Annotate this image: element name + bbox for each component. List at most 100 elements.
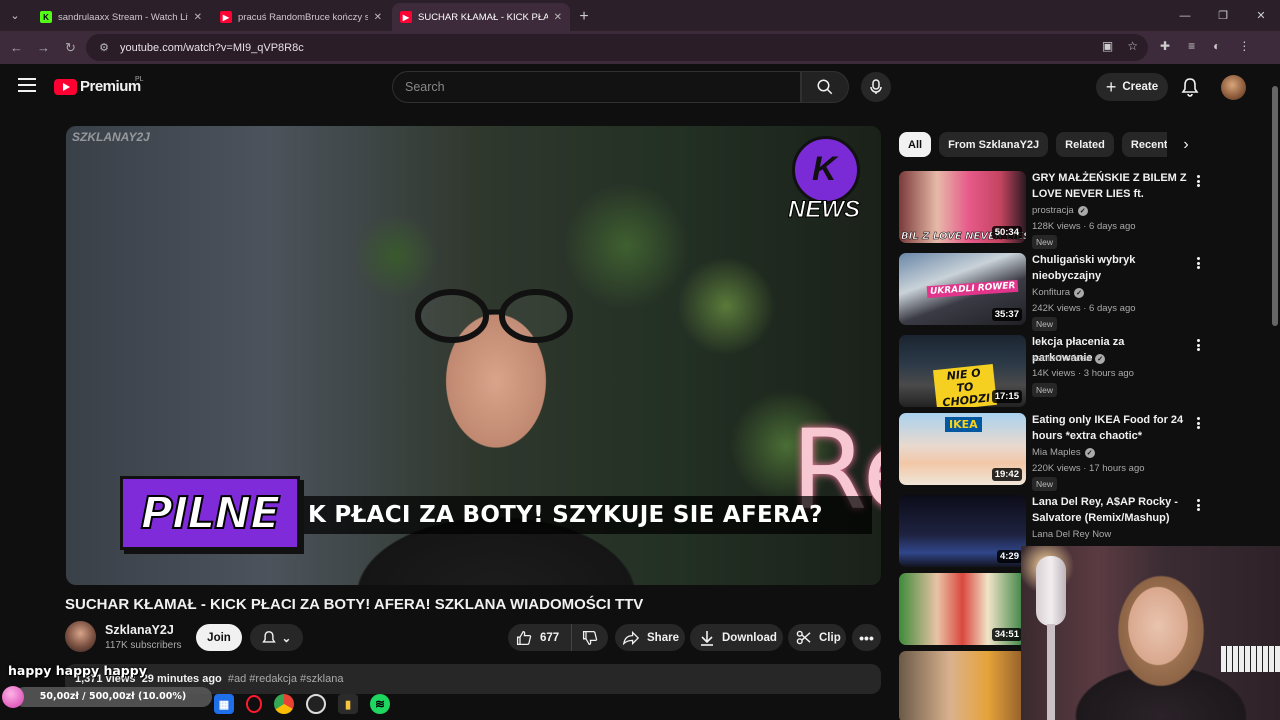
reload-icon[interactable]: ↻	[57, 34, 84, 61]
related-video-item[interactable]: UKRADLI ROWER 35:37 Chuligański wybryk n…	[899, 253, 1209, 331]
menu-hamburger-icon[interactable]	[18, 78, 36, 92]
more-vertical-icon[interactable]	[1194, 497, 1202, 513]
browser-tab-1[interactable]: K sandrulaaxx Stream - Watch Live o ✕	[32, 3, 210, 31]
more-horizontal-icon: •••	[859, 629, 874, 646]
site-info-icon[interactable]: ⚙	[96, 40, 112, 56]
thumbnail-text: UKRADLI ROWER	[926, 279, 1019, 299]
video-player[interactable]: SZKLANAY2J K NEWS Re K PŁACI ZA BOTY! SZ…	[66, 126, 881, 585]
microphone-arm	[1047, 624, 1055, 720]
age-label: 17 hours ago	[1089, 463, 1145, 474]
video-thumbnail[interactable]: 4:29	[899, 495, 1026, 567]
address-bar[interactable]: ⚙ youtube.com/watch?v=MI9_qVP8R8c ▣ ☆	[86, 34, 1148, 61]
obs-icon[interactable]	[306, 694, 326, 714]
bell-icon	[261, 630, 276, 643]
notifications-bell-icon[interactable]	[1181, 77, 1199, 97]
clip-button[interactable]: Clip	[788, 624, 846, 651]
video-thumbnail[interactable]: UKRADLI ROWER 35:37	[899, 253, 1026, 325]
close-icon[interactable]: ✕	[554, 12, 562, 23]
chip-related[interactable]: Related	[1056, 132, 1114, 157]
more-vertical-icon[interactable]	[1194, 415, 1202, 431]
chrome-icon[interactable]	[274, 694, 294, 714]
account-avatar[interactable]	[1221, 75, 1246, 100]
dislike-button[interactable]	[572, 624, 608, 651]
window-close-icon[interactable]: ✕	[1242, 0, 1280, 31]
views-label: 242K views	[1032, 303, 1081, 314]
more-actions-button[interactable]: •••	[852, 624, 881, 651]
create-button[interactable]: + Create	[1096, 73, 1168, 101]
like-count: 677	[540, 631, 560, 644]
url-text: youtube.com/watch?v=MI9_qVP8R8c	[120, 41, 304, 54]
plus-icon: +	[1105, 77, 1117, 97]
related-channel: Mia Maples ✓	[1032, 447, 1095, 458]
related-video-item[interactable]: NIE O TO CHODZI 17:15 lekcja płacenia za…	[899, 335, 1209, 411]
tab-search-chevron-icon[interactable]: ⌄	[0, 0, 30, 31]
video-thumbnail[interactable]: NIE O TO CHODZI 17:15	[899, 335, 1026, 407]
related-video-item[interactable]: IKEA 19:42 Eating only IKEA Food for 24 …	[899, 413, 1209, 491]
channel-avatar[interactable]	[65, 621, 96, 652]
chevron-right-icon[interactable]: ›	[1176, 135, 1196, 155]
media-control-icon[interactable]: ≡	[1188, 39, 1195, 53]
store-icon[interactable]: ▦	[214, 694, 234, 714]
chip-from-channel[interactable]: From SzklanaY2J	[939, 132, 1049, 157]
new-tab-plus-icon[interactable]: +	[570, 3, 598, 31]
channel-watermark: SZKLANAY2J	[72, 130, 150, 144]
subscription-bell-button[interactable]: ⌄	[250, 624, 303, 651]
chip-all[interactable]: All	[899, 132, 932, 157]
voice-search-button[interactable]	[861, 72, 891, 102]
search-button[interactable]	[801, 71, 849, 103]
more-vertical-icon[interactable]	[1194, 255, 1202, 271]
search-input[interactable]: Search	[392, 71, 801, 103]
video-thumbnail[interactable]: BIL Z LOVE NEVER LIES 50:34	[899, 171, 1026, 243]
channel-name[interactable]: SzklanaY2J	[105, 623, 174, 637]
opera-icon[interactable]	[246, 695, 262, 713]
browser-tab-3[interactable]: ▶ SUCHAR KŁAMAŁ - KICK PŁACI ZA ✕	[392, 3, 570, 31]
youtube-icon: ▶	[220, 11, 232, 23]
clip-label: Clip	[819, 631, 841, 644]
more-vertical-icon[interactable]	[1194, 337, 1202, 353]
youtube-icon: ▶	[400, 11, 412, 23]
hashtags[interactable]: #ad #redakcja #szklana	[228, 673, 344, 685]
spotify-icon[interactable]: ≋	[370, 694, 390, 714]
microphone-prop	[1036, 556, 1066, 626]
youtube-premium-logo[interactable]: Premium	[54, 78, 141, 95]
cast-icon[interactable]: ▣	[1102, 39, 1113, 53]
age-label: 6 days ago	[1089, 303, 1136, 314]
minimize-icon[interactable]: —	[1166, 0, 1204, 31]
browser-tab-2[interactable]: ▶ pracuś RandomBruce kończy strea ✕	[212, 3, 390, 31]
news-badge-logo: K NEWS	[788, 136, 866, 224]
related-video-item[interactable]: BIL Z LOVE NEVER LIES 50:34 GRY MAŁŻEŃSK…	[899, 171, 1209, 249]
more-vertical-icon[interactable]	[1194, 173, 1202, 189]
video-thumbnail[interactable]	[899, 651, 1026, 720]
browser-toolbar: ← → ↻ ⚙ youtube.com/watch?v=MI9_qVP8R8c …	[0, 31, 1280, 64]
close-icon[interactable]: ✕	[374, 12, 382, 23]
new-badge: New	[1032, 477, 1058, 491]
app-icon[interactable]: ▮	[338, 694, 358, 714]
related-title: Eating only IKEA Food for 24 hours *extr…	[1032, 414, 1184, 442]
share-arrow-icon	[623, 630, 639, 645]
bookmark-star-icon[interactable]: ☆	[1127, 39, 1138, 53]
video-thumbnail[interactable]: IKEA 19:42	[899, 413, 1026, 485]
like-button[interactable]: 677	[508, 624, 572, 651]
verified-check-icon: ✓	[1084, 447, 1095, 458]
duration-badge: 4:29	[996, 550, 1022, 563]
share-button[interactable]: Share	[615, 624, 685, 651]
forward-arrow-icon[interactable]: →	[30, 34, 57, 61]
chevron-down-icon: ⌄	[281, 632, 292, 645]
browser-menu-icon[interactable]: ⋮	[1238, 39, 1250, 53]
news-badge-text: NEWS	[788, 196, 861, 224]
related-filter-chips: All From SzklanaY2J Related Recently upl…	[899, 132, 1167, 157]
join-button[interactable]: Join	[196, 624, 242, 651]
profile-icon[interactable]: ◐	[1213, 39, 1220, 53]
views-label: 220K views	[1032, 463, 1081, 474]
chip-recently-uploaded[interactable]: Recently uploaded	[1121, 132, 1167, 157]
video-thumbnail[interactable]: 34:51	[899, 573, 1026, 645]
related-channel: prostracja ✓	[1032, 205, 1088, 216]
thumbnail-text: NIE O TO CHODZI	[933, 363, 997, 407]
restore-icon[interactable]: ❐	[1204, 0, 1242, 31]
microphone-icon	[870, 79, 882, 94]
extensions-puzzle-icon[interactable]: ✚	[1160, 39, 1170, 53]
scrollbar-thumb[interactable]	[1272, 86, 1278, 326]
download-button[interactable]: Download	[690, 624, 783, 651]
close-icon[interactable]: ✕	[194, 12, 202, 23]
back-arrow-icon[interactable]: ←	[3, 34, 30, 61]
